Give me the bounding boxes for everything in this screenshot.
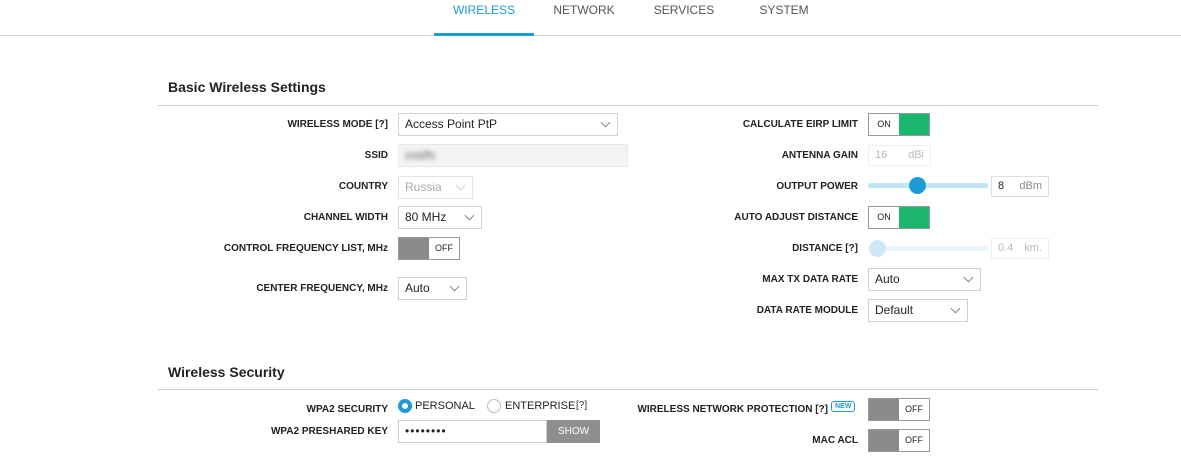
eirp-label: CALCULATE EIRP LIMIT	[742, 119, 858, 130]
data-rate-module-label: DATA RATE MODULE	[756, 305, 858, 316]
mac-acl-toggle[interactable]: OFF	[868, 429, 930, 452]
center-frequency-value: Auto	[405, 281, 430, 295]
toggle-state: OFF	[899, 399, 929, 420]
wpa2-security-label: WPA2 SECURITY	[306, 404, 389, 415]
country-value: Russia	[405, 180, 442, 194]
tab-services[interactable]: SERVICES	[644, 0, 724, 36]
chevron-down-icon	[449, 281, 460, 292]
chevron-down-icon	[963, 272, 974, 283]
chevron-down-icon	[950, 303, 961, 314]
preshared-key-field[interactable]: ••••••••	[398, 420, 547, 443]
distance-unit: km.	[1024, 242, 1042, 254]
auto-distance-toggle[interactable]: ON	[868, 206, 930, 229]
show-key-button[interactable]: SHOW	[547, 420, 600, 443]
tab-system[interactable]: SYSTEM	[744, 0, 824, 36]
ssid-label: SSID	[364, 150, 388, 161]
output-power-unit: dBm	[1019, 180, 1042, 192]
toggle-state: OFF	[899, 430, 929, 451]
basic-settings-title: Basic Wireless Settings	[168, 79, 326, 95]
preshared-key-value: ••••••••	[405, 424, 447, 438]
section-divider	[158, 105, 1098, 106]
toggle-knob	[399, 238, 429, 259]
distance-field: 0.4 km.	[991, 238, 1049, 259]
wireless-security-title: Wireless Security	[168, 364, 285, 380]
personal-radio[interactable]	[398, 399, 412, 413]
max-tx-rate-value: Auto	[875, 272, 900, 286]
toggle-knob	[899, 114, 929, 135]
control-frequency-label: CONTROL FREQUENCY LIST, MHz	[223, 243, 388, 254]
distance-value: 0.4	[998, 242, 1014, 254]
country-select: Russia	[398, 176, 473, 199]
data-rate-module-select[interactable]: Default	[868, 299, 968, 322]
new-badge: NEW	[831, 401, 856, 412]
toggle-knob	[869, 430, 899, 451]
channel-width-select[interactable]: 80 MHz	[398, 206, 482, 229]
chevron-down-icon	[455, 180, 466, 191]
enterprise-help-link[interactable]: [?]	[576, 400, 587, 411]
ssid-field[interactable]: ssidfs	[398, 144, 628, 167]
enterprise-radio-label: ENTERPRISE	[505, 400, 576, 412]
ssid-value: ssidfs	[405, 148, 436, 162]
max-tx-rate-label: MAX TX DATA RATE	[762, 274, 858, 285]
channel-width-value: 80 MHz	[405, 210, 447, 224]
distance-label: DISTANCE [?]	[792, 243, 858, 254]
toggle-state: OFF	[429, 238, 459, 259]
chevron-down-icon	[600, 117, 611, 128]
center-frequency-label: CENTER FREQUENCY, MHz	[256, 283, 388, 294]
antenna-gain-label: ANTENNA GAIN	[781, 150, 858, 161]
data-rate-module-value: Default	[875, 303, 914, 317]
tab-wireless[interactable]: WIRELESS	[434, 0, 534, 36]
antenna-gain-value: 16	[875, 149, 888, 161]
toggle-knob	[899, 207, 929, 228]
output-power-field[interactable]: 8 dBm	[991, 176, 1049, 197]
output-power-slider[interactable]	[868, 183, 988, 188]
preshared-key-label: WPA2 PRESHARED KEY	[270, 426, 388, 437]
center-frequency-select[interactable]: Auto	[398, 277, 467, 300]
antenna-gain-field: 16 dBi	[868, 145, 931, 166]
section-divider	[158, 389, 1098, 390]
output-power-slider-handle[interactable]	[908, 177, 926, 194]
channel-width-label: CHANNEL WIDTH	[303, 212, 388, 223]
wireless-mode-value: Access Point PtP	[405, 117, 498, 131]
distance-slider-handle	[869, 240, 887, 257]
top-navigation: WIRELESS NETWORK SERVICES SYSTEM	[0, 0, 1181, 36]
max-tx-rate-select[interactable]: Auto	[868, 268, 981, 291]
enterprise-radio[interactable]	[487, 399, 501, 413]
country-label: COUNTRY	[338, 181, 388, 192]
tab-network[interactable]: NETWORK	[544, 0, 624, 36]
toggle-state: ON	[869, 114, 899, 135]
personal-radio-label: PERSONAL	[415, 400, 475, 412]
chevron-down-icon	[464, 210, 475, 221]
control-frequency-toggle[interactable]: OFF	[398, 237, 460, 260]
output-power-label: OUTPUT POWER	[776, 181, 858, 192]
auto-distance-label: AUTO ADJUST DISTANCE	[734, 212, 858, 223]
wireless-mode-select[interactable]: Access Point PtP	[398, 113, 618, 136]
toggle-knob	[869, 399, 899, 420]
antenna-gain-unit: dBi	[908, 149, 924, 161]
wireless-mode-label: WIRELESS MODE [?]	[287, 119, 388, 130]
network-protection-label: WIRELESS NETWORK PROTECTION [?]	[637, 404, 828, 415]
mac-acl-label: MAC ACL	[812, 435, 858, 446]
network-protection-toggle[interactable]: OFF	[868, 398, 930, 421]
eirp-toggle[interactable]: ON	[868, 113, 930, 136]
output-power-value: 8	[998, 180, 1005, 192]
toggle-state: ON	[869, 207, 899, 228]
